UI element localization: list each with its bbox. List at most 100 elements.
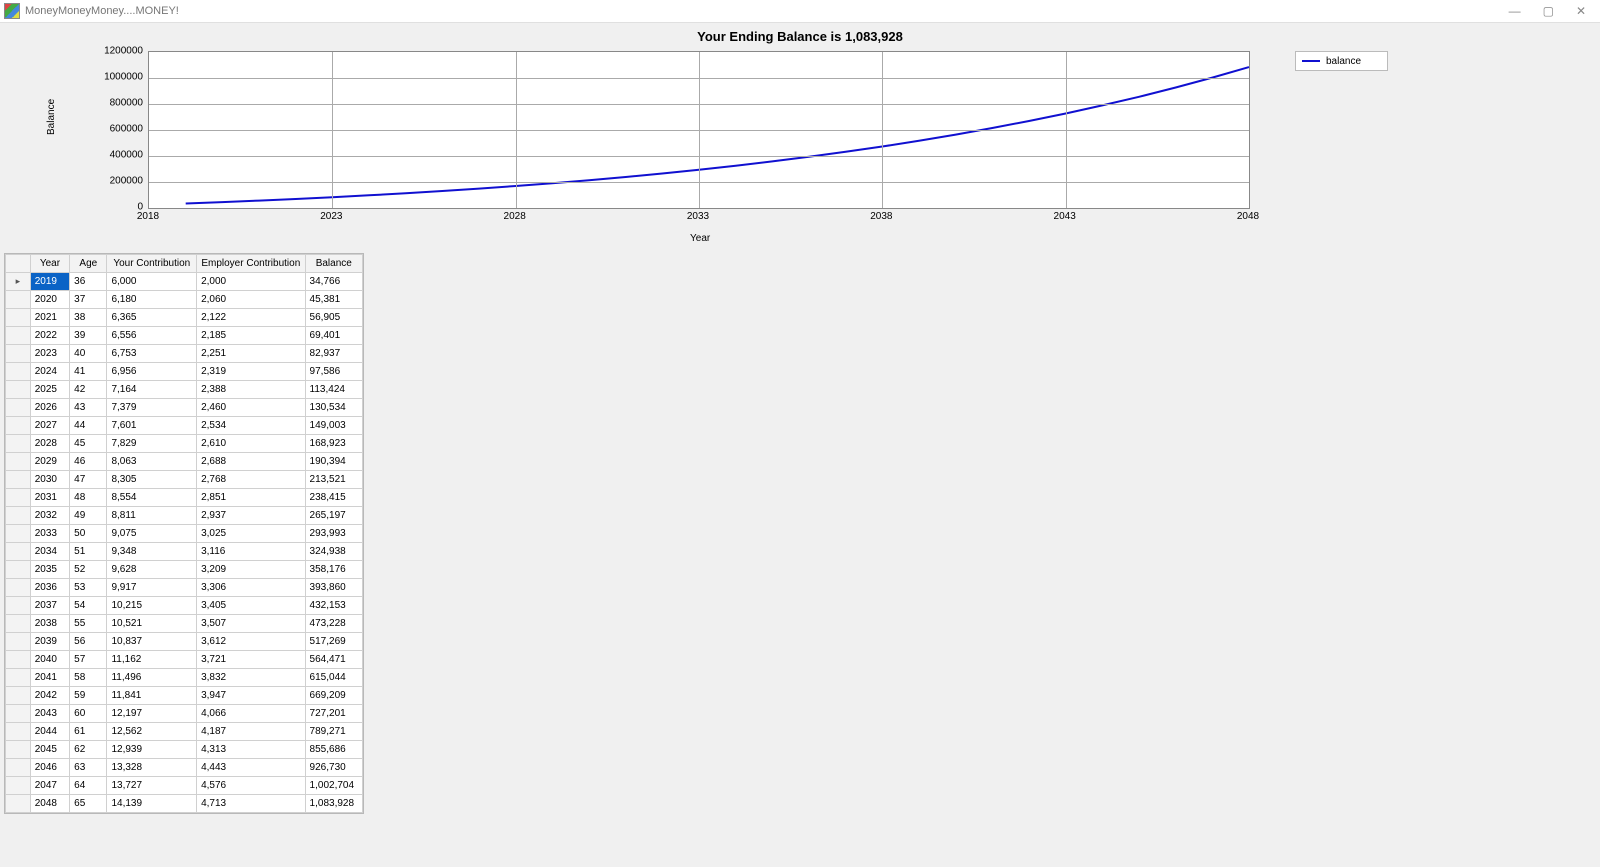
cell-age[interactable]: 65 (70, 795, 107, 813)
row-header[interactable] (6, 381, 31, 399)
cell-age[interactable]: 39 (70, 327, 107, 345)
cell-age[interactable]: 64 (70, 777, 107, 795)
cell-your-contribution[interactable]: 12,562 (107, 723, 197, 741)
cell-age[interactable]: 44 (70, 417, 107, 435)
cell-balance[interactable]: 168,923 (305, 435, 362, 453)
cell-balance[interactable]: 149,003 (305, 417, 362, 435)
cell-balance[interactable]: 238,415 (305, 489, 362, 507)
cell-employer-contribution[interactable]: 4,713 (197, 795, 305, 813)
cell-year[interactable]: 2024 (30, 363, 69, 381)
cell-your-contribution[interactable]: 10,521 (107, 615, 197, 633)
row-header[interactable] (6, 705, 31, 723)
cell-year[interactable]: 2030 (30, 471, 69, 489)
table-row[interactable]: 20456212,9394,313855,686 (6, 741, 363, 759)
row-header[interactable]: ▸ (6, 273, 31, 291)
cell-year[interactable]: 2047 (30, 777, 69, 795)
table-row[interactable]: 2036539,9173,306393,860 (6, 579, 363, 597)
cell-employer-contribution[interactable]: 2,460 (197, 399, 305, 417)
cell-age[interactable]: 54 (70, 597, 107, 615)
cell-year[interactable]: 2036 (30, 579, 69, 597)
cell-balance[interactable]: 727,201 (305, 705, 362, 723)
table-row[interactable]: 2020376,1802,06045,381 (6, 291, 363, 309)
cell-your-contribution[interactable]: 8,554 (107, 489, 197, 507)
cell-employer-contribution[interactable]: 4,187 (197, 723, 305, 741)
cell-employer-contribution[interactable]: 4,443 (197, 759, 305, 777)
cell-your-contribution[interactable]: 11,841 (107, 687, 197, 705)
cell-employer-contribution[interactable]: 3,116 (197, 543, 305, 561)
cell-balance[interactable]: 324,938 (305, 543, 362, 561)
cell-employer-contribution[interactable]: 2,388 (197, 381, 305, 399)
row-header[interactable] (6, 579, 31, 597)
table-row[interactable]: 20466313,3284,443926,730 (6, 759, 363, 777)
row-header[interactable] (6, 615, 31, 633)
cell-your-contribution[interactable]: 6,753 (107, 345, 197, 363)
cell-age[interactable]: 43 (70, 399, 107, 417)
maximize-button[interactable]: ▢ (1543, 4, 1554, 18)
cell-your-contribution[interactable]: 6,556 (107, 327, 197, 345)
grid-header-year[interactable]: Year (30, 255, 69, 273)
cell-employer-contribution[interactable]: 2,851 (197, 489, 305, 507)
row-header[interactable] (6, 507, 31, 525)
cell-age[interactable]: 45 (70, 435, 107, 453)
cell-year[interactable]: 2019 (30, 273, 69, 291)
cell-employer-contribution[interactable]: 3,209 (197, 561, 305, 579)
cell-your-contribution[interactable]: 9,348 (107, 543, 197, 561)
cell-employer-contribution[interactable]: 3,721 (197, 651, 305, 669)
cell-employer-contribution[interactable]: 4,576 (197, 777, 305, 795)
cell-year[interactable]: 2028 (30, 435, 69, 453)
cell-age[interactable]: 55 (70, 615, 107, 633)
cell-balance[interactable]: 789,271 (305, 723, 362, 741)
table-row[interactable]: 2030478,3052,768213,521 (6, 471, 363, 489)
cell-balance[interactable]: 669,209 (305, 687, 362, 705)
cell-age[interactable]: 49 (70, 507, 107, 525)
table-row[interactable]: 2033509,0753,025293,993 (6, 525, 363, 543)
table-row[interactable]: 2024416,9562,31997,586 (6, 363, 363, 381)
grid-header-employer-contribution[interactable]: Employer Contribution (197, 255, 305, 273)
row-header[interactable] (6, 561, 31, 579)
cell-year[interactable]: 2029 (30, 453, 69, 471)
row-header[interactable] (6, 525, 31, 543)
cell-balance[interactable]: 564,471 (305, 651, 362, 669)
cell-age[interactable]: 37 (70, 291, 107, 309)
cell-year[interactable]: 2023 (30, 345, 69, 363)
grid-header-age[interactable]: Age (70, 255, 107, 273)
cell-year[interactable]: 2031 (30, 489, 69, 507)
data-grid[interactable]: Year Age Your Contribution Employer Cont… (4, 253, 364, 814)
cell-year[interactable]: 2037 (30, 597, 69, 615)
cell-year[interactable]: 2034 (30, 543, 69, 561)
cell-your-contribution[interactable]: 12,939 (107, 741, 197, 759)
row-header[interactable] (6, 471, 31, 489)
table-row[interactable]: 20476413,7274,5761,002,704 (6, 777, 363, 795)
cell-age[interactable]: 60 (70, 705, 107, 723)
minimize-button[interactable]: ― (1509, 4, 1521, 18)
row-header[interactable] (6, 453, 31, 471)
cell-year[interactable]: 2022 (30, 327, 69, 345)
cell-employer-contribution[interactable]: 2,534 (197, 417, 305, 435)
cell-age[interactable]: 61 (70, 723, 107, 741)
cell-year[interactable]: 2027 (30, 417, 69, 435)
cell-your-contribution[interactable]: 6,365 (107, 309, 197, 327)
cell-year[interactable]: 2020 (30, 291, 69, 309)
table-row[interactable]: 2022396,5562,18569,401 (6, 327, 363, 345)
cell-age[interactable]: 48 (70, 489, 107, 507)
cell-your-contribution[interactable]: 6,000 (107, 273, 197, 291)
cell-balance[interactable]: 926,730 (305, 759, 362, 777)
table-row[interactable]: 2034519,3483,116324,938 (6, 543, 363, 561)
cell-age[interactable]: 56 (70, 633, 107, 651)
table-row[interactable]: 2023406,7532,25182,937 (6, 345, 363, 363)
cell-year[interactable]: 2038 (30, 615, 69, 633)
close-button[interactable]: ✕ (1576, 4, 1586, 18)
cell-your-contribution[interactable]: 9,628 (107, 561, 197, 579)
cell-balance[interactable]: 34,766 (305, 273, 362, 291)
cell-your-contribution[interactable]: 7,601 (107, 417, 197, 435)
chart-plot-area[interactable] (148, 51, 1250, 209)
cell-your-contribution[interactable]: 13,328 (107, 759, 197, 777)
cell-balance[interactable]: 113,424 (305, 381, 362, 399)
cell-your-contribution[interactable]: 8,811 (107, 507, 197, 525)
row-header[interactable] (6, 435, 31, 453)
row-header[interactable] (6, 309, 31, 327)
cell-year[interactable]: 2043 (30, 705, 69, 723)
grid-corner[interactable] (6, 255, 31, 273)
cell-balance[interactable]: 473,228 (305, 615, 362, 633)
cell-balance[interactable]: 130,534 (305, 399, 362, 417)
